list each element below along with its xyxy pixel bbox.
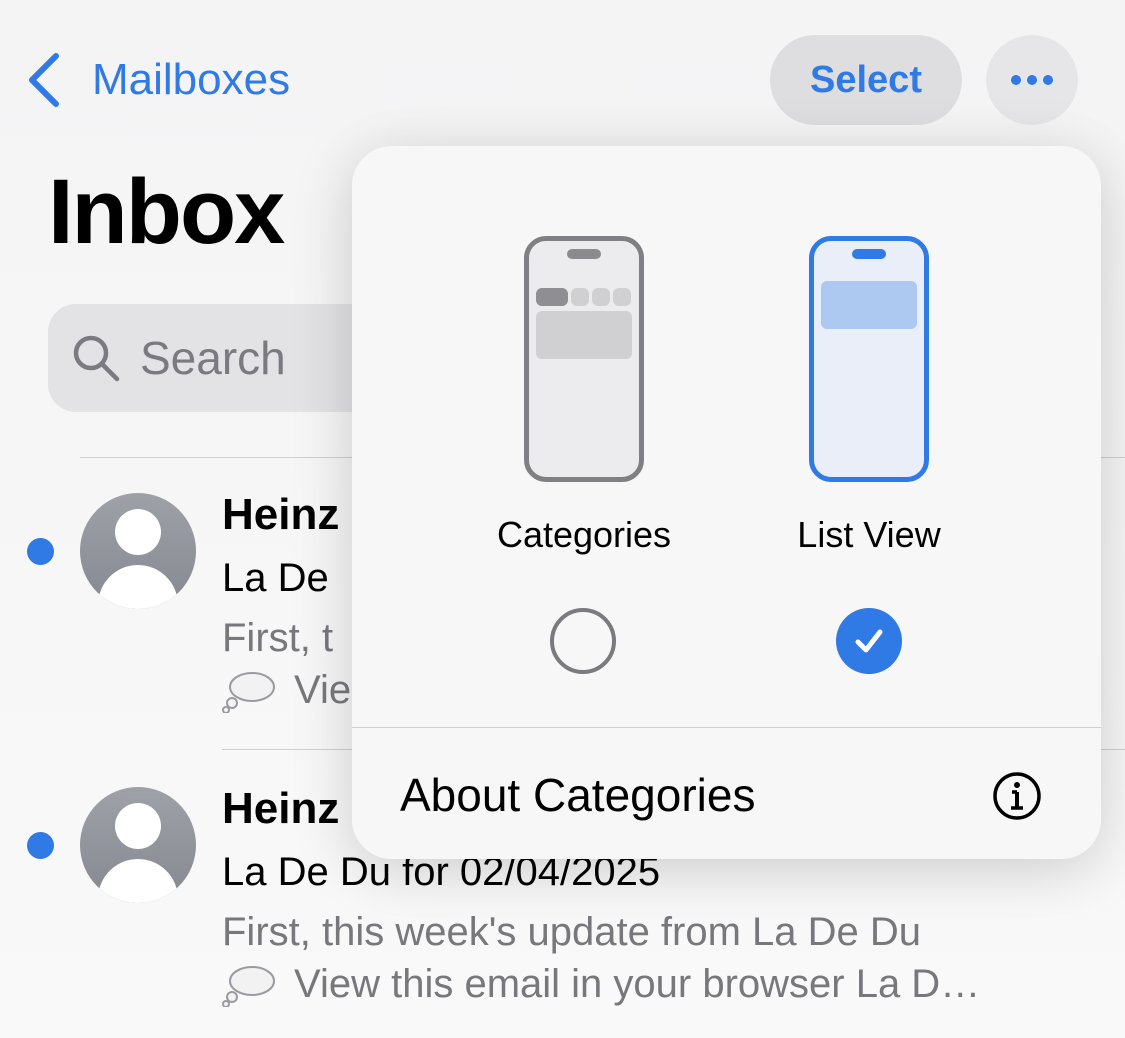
about-categories-label: About Categories [400,769,756,821]
thought-bubble-icon [222,965,275,1007]
back-label: Mailboxes [92,55,291,104]
search-icon [73,335,120,382]
subject: La De [222,556,329,600]
list-view-phone-illustration[interactable] [809,236,929,482]
select-button[interactable]: Select [770,35,962,125]
chevron-left-icon [29,53,59,107]
view-options-popover: Categories List View About Categories [352,146,1101,859]
preview-text: Vie [294,668,352,712]
categories-radio[interactable] [550,608,616,674]
preview-text: View this email in your browser La D… [294,962,981,1006]
categories-phone-illustration[interactable] [524,236,644,482]
unread-dot [27,832,54,859]
about-categories-item[interactable]: About Categories [352,728,1101,859]
ellipsis-icon [1027,75,1037,85]
checkmark-icon [855,629,883,653]
avatar [80,493,196,609]
sender-name: Heinz [222,490,340,539]
unread-dot [27,538,54,565]
page-title: Inbox [48,161,285,263]
more-button[interactable] [986,35,1078,125]
preview-line-2: View this email in your browser La D… [222,962,980,1007]
ellipsis-icon [1011,75,1021,85]
preview-line: First, this week's update from La De Du [222,910,922,954]
sender-name: Heinz [222,784,340,833]
list-view-radio[interactable] [836,608,902,674]
categories-label: Categories [496,514,672,555]
search-placeholder: Search [140,332,286,384]
info-icon [993,772,1041,820]
avatar [80,787,196,903]
preview-line: First, t [222,616,334,660]
list-view-label: List View [797,514,941,555]
mail-inbox-screen: Mailboxes Select Inbox Search Heinz La D… [0,0,1125,1038]
back-button[interactable]: Mailboxes [22,48,290,112]
ellipsis-icon [1043,75,1053,85]
thought-bubble-icon [222,671,275,713]
preview-line-2: Vie [222,668,351,713]
